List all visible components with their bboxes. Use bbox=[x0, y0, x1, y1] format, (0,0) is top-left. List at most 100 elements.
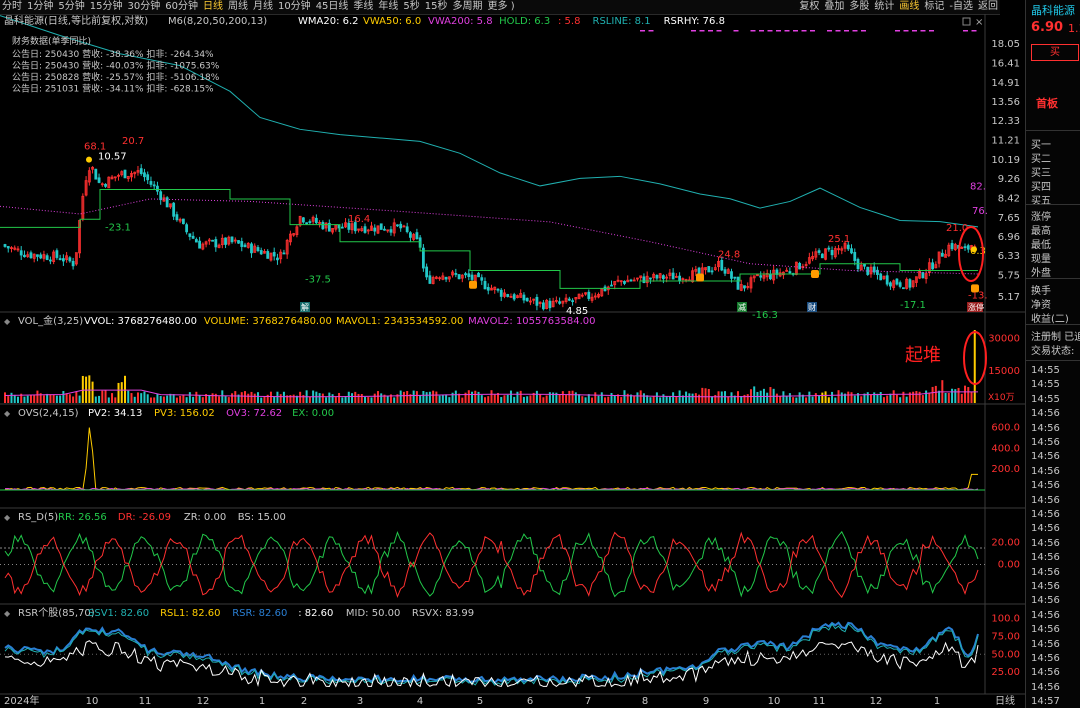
vol-value-1: VOLUME: 3768276480.00 bbox=[204, 316, 332, 327]
candle-body bbox=[480, 277, 484, 281]
candle-body bbox=[188, 233, 192, 237]
volume-bar bbox=[701, 387, 704, 403]
quote-divider-0 bbox=[1026, 130, 1080, 131]
price-tick-6: 10.19 bbox=[991, 155, 1020, 166]
candle-body bbox=[305, 222, 309, 225]
rsd-tick-0: 20.00 bbox=[991, 538, 1020, 549]
rsd-tick-1: 0.00 bbox=[998, 560, 1020, 571]
candle-body bbox=[123, 169, 127, 179]
candle-body bbox=[405, 226, 409, 233]
period-tab-14[interactable]: 15秒 bbox=[425, 0, 448, 14]
volume-bar bbox=[367, 397, 370, 403]
volume-bar bbox=[386, 395, 389, 403]
x-axis-month-14: 12 bbox=[870, 696, 883, 707]
period-tab-3[interactable]: 15分钟 bbox=[90, 0, 123, 14]
volume-bar bbox=[166, 395, 169, 403]
candle-body bbox=[921, 272, 925, 279]
period-tab-6[interactable]: 日线 bbox=[203, 0, 223, 14]
volume-bar bbox=[571, 390, 574, 403]
candle-body bbox=[399, 223, 403, 229]
volume-bar bbox=[899, 397, 902, 403]
tool-button-7[interactable]: 返回 bbox=[978, 0, 998, 14]
volume-bar bbox=[114, 397, 117, 403]
volume-bar bbox=[756, 391, 759, 403]
volume-bar bbox=[78, 395, 81, 403]
tool-button-0[interactable]: 复权 bbox=[799, 0, 819, 14]
candle-body bbox=[243, 244, 247, 248]
period-tab-13[interactable]: 5秒 bbox=[403, 0, 419, 14]
candle-body bbox=[259, 250, 263, 255]
fin-row-0: 公告日: 250430 营收: -38.36% 扣非: -264.34% bbox=[12, 48, 214, 60]
volume-bar bbox=[182, 395, 185, 403]
tool-button-2[interactable]: 多股 bbox=[849, 0, 869, 14]
volume-bar bbox=[876, 393, 879, 403]
volume-bar bbox=[847, 391, 850, 403]
volume-bar bbox=[484, 397, 487, 403]
tool-button-5[interactable]: 标记 bbox=[924, 0, 944, 14]
tool-button-4[interactable]: 画线 bbox=[899, 0, 919, 14]
volume-bar bbox=[636, 392, 639, 403]
buy-button[interactable]: 买 bbox=[1031, 44, 1079, 61]
volume-bar bbox=[428, 391, 431, 403]
vol-title: VOL_金(3,25) bbox=[18, 314, 83, 327]
volume-bar bbox=[860, 396, 863, 403]
price-annotation-3: -23.1 bbox=[105, 223, 131, 234]
tool-button-3[interactable]: 统计 bbox=[874, 0, 894, 14]
indicator-value-0: WMA20: 6.2 bbox=[298, 16, 359, 27]
period-tab-12[interactable]: 年线 bbox=[378, 0, 398, 14]
rsr-value-0: SSV1: 82.60 bbox=[88, 608, 149, 619]
tool-button-1[interactable]: 叠加 bbox=[824, 0, 844, 14]
period-tab-10[interactable]: 45日线 bbox=[316, 0, 349, 14]
candle-body bbox=[457, 274, 461, 280]
event-badge-label-3: 涨停 bbox=[968, 302, 984, 312]
period-tab-5[interactable]: 60分钟 bbox=[165, 0, 198, 14]
period-tab-2[interactable]: 5分钟 bbox=[58, 0, 84, 14]
volume-bar bbox=[574, 392, 577, 403]
candle-body bbox=[104, 183, 107, 187]
price-annotation-8: 25.1 bbox=[828, 234, 850, 245]
quote-row-2: 买三 bbox=[1031, 168, 1051, 179]
quote-row-12: 收益(二) bbox=[1031, 314, 1069, 325]
volume-bar bbox=[347, 391, 350, 403]
signal-dash bbox=[793, 30, 798, 32]
volume-bar bbox=[250, 391, 253, 403]
x-axis-month-3: 1 bbox=[259, 696, 265, 707]
candle-body bbox=[146, 174, 150, 181]
period-tab-9[interactable]: 10分钟 bbox=[278, 0, 311, 14]
candle-body bbox=[444, 276, 448, 280]
volume-bar bbox=[490, 390, 493, 403]
period-tab-4[interactable]: 30分钟 bbox=[127, 0, 160, 14]
period-tab-7[interactable]: 周线 bbox=[228, 0, 248, 14]
volume-bar bbox=[649, 397, 652, 403]
candle-body bbox=[798, 263, 802, 270]
period-tab-1[interactable]: 1分钟 bbox=[27, 0, 53, 14]
signal-dash bbox=[903, 30, 909, 32]
volume-bar bbox=[516, 391, 519, 403]
candle-body bbox=[769, 273, 772, 280]
period-tab-8[interactable]: 月线 bbox=[253, 0, 273, 14]
period-tab-11[interactable]: 季线 bbox=[353, 0, 373, 14]
tool-button-6[interactable]: -自选 bbox=[949, 0, 973, 14]
volume-bar bbox=[785, 396, 788, 403]
candle-body bbox=[470, 274, 474, 280]
period-tab-16[interactable]: 更多 ) bbox=[488, 0, 515, 14]
volume-bar bbox=[81, 375, 84, 403]
ovs-collapse-icon: ◆ bbox=[4, 409, 11, 418]
x-axis-month-7: 5 bbox=[477, 696, 483, 707]
period-tab-15[interactable]: 多周期 bbox=[453, 0, 483, 14]
candle-body bbox=[198, 240, 202, 249]
volume-bar bbox=[698, 394, 701, 403]
candle-body bbox=[788, 271, 792, 274]
candle-body bbox=[655, 274, 659, 279]
volume-bar bbox=[415, 391, 418, 403]
volume-bar bbox=[730, 392, 733, 403]
volume-bar bbox=[308, 397, 311, 403]
volume-bar bbox=[208, 394, 211, 403]
volume-bar bbox=[143, 391, 146, 403]
candle-body bbox=[428, 275, 432, 284]
period-tab-0[interactable]: 分时 bbox=[2, 0, 22, 14]
volume-bar bbox=[201, 397, 204, 403]
signal-dash bbox=[640, 30, 645, 32]
volume-bar bbox=[247, 393, 250, 403]
price-tick-9: 7.65 bbox=[998, 213, 1020, 224]
